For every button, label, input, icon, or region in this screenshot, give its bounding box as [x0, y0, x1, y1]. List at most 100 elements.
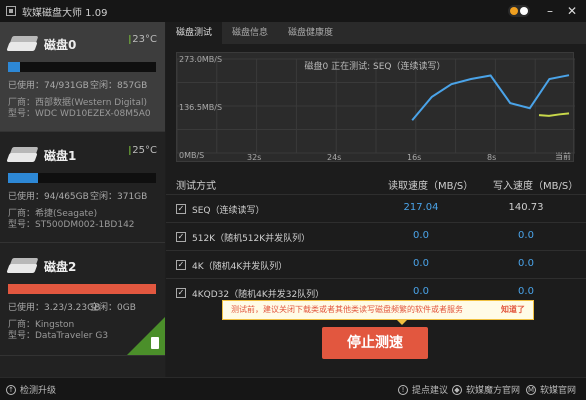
mofang-site-link[interactable]: ◆ 软媒魔方官网 [452, 383, 520, 396]
row-write: 0.0 [518, 258, 534, 269]
disk-vendor: 厂商：Kingston [8, 320, 75, 330]
app-icon [6, 6, 16, 16]
minimize-button[interactable]: – [540, 2, 560, 20]
title-bar: 软媒磁盘大师 1.09 – ✕ [0, 0, 586, 22]
disk-usage-fill [8, 62, 20, 72]
row-checkbox[interactable]: ✓ [176, 204, 186, 214]
table-row: ✓ 512K（随机512K并发队列） 0.0 0.0 [166, 222, 586, 250]
tab-disk-test[interactable]: 磁盘测试 [166, 22, 223, 44]
row-label: SEQ（连续读写） [192, 206, 265, 216]
series-line-write [538, 112, 570, 117]
disk-model: 型号：WDC WD10EZEX-08M5A0 [8, 109, 151, 119]
row-write: 0.0 [518, 286, 534, 297]
disk-usage-bar [8, 284, 156, 294]
disk-used: 已使用：3.23/3.23GB [8, 303, 101, 313]
disk-usage-fill [8, 284, 156, 294]
x-tick: 16s [407, 153, 422, 162]
disk-model: 型号：DataTraveler G3 [8, 331, 109, 341]
y-tick-bottom: 0MB/S [179, 151, 205, 160]
row-checkbox[interactable]: ✓ [176, 232, 186, 242]
theme-toggle[interactable] [508, 5, 530, 17]
feedback-label: 提点建议 [412, 386, 449, 396]
disk-name: 磁盘0 [44, 38, 77, 52]
x-tick: 当前 [555, 152, 571, 161]
main-panel: 磁盘测试 磁盘信息 磁盘健康度 磁盘0 正在测试: SEQ（连续读写） 273.… [166, 22, 586, 377]
header-read: 读取速度（MB/S） [388, 181, 474, 192]
disk-free: 空闲：371GB [90, 192, 148, 202]
disk-model: 型号：ST500DM002-1BD142 [8, 220, 135, 230]
disk-name: 磁盘2 [44, 260, 77, 274]
speed-chart: 磁盘0 正在测试: SEQ（连续读写） 273.0MB/S 136.5MB/S … [176, 52, 575, 162]
row-read: 0.0 [413, 230, 429, 241]
disk-usage-bar [8, 62, 156, 72]
disk-vendor: 厂商：希捷(Seagate) [8, 209, 98, 219]
tip-banner: 测试前，建议关闭下载类或者其他类读写磁盘频繁的软件或者服务 知道了 [222, 300, 534, 320]
x-tick: 8s [487, 153, 497, 162]
row-label: 512K（随机512K并发队列） [192, 234, 311, 244]
disk-used: 已使用：74/931GB [8, 81, 89, 91]
row-checkbox[interactable]: ✓ [176, 260, 186, 270]
ruanmei-site-link[interactable]: M 软媒官网 [526, 383, 576, 396]
header-method: 测试方式 [176, 181, 216, 192]
tab-disk-health[interactable]: 磁盘健康度 [278, 22, 343, 44]
row-label: 4KQD32（随机4K并发32队列） [192, 290, 325, 300]
row-label: 4K（随机4K并发队列） [192, 262, 288, 272]
series-line-read [411, 74, 570, 121]
x-tick: 24s [327, 153, 342, 162]
stop-test-button[interactable]: 停止测速 [322, 327, 428, 359]
disk-temperature: ǀ25°C [128, 145, 157, 156]
row-checkbox[interactable]: ✓ [176, 288, 186, 298]
mofang-label: 软媒魔方官网 [466, 386, 521, 396]
table-row: ✓ 4K（随机4K并发队列） 0.0 0.0 [166, 250, 586, 278]
row-write: 0.0 [518, 230, 534, 241]
thermometer-icon: ǀ [128, 34, 132, 45]
disk-vendor: 厂商：西部数据(Western Digital) [8, 98, 147, 108]
disk-usage-bar [8, 173, 156, 183]
y-tick-top: 273.0MB/S [179, 55, 223, 64]
ruanmei-label: 软媒官网 [540, 386, 577, 396]
close-button[interactable]: ✕ [562, 2, 582, 20]
disk-sidebar: 磁盘0 ǀ23°C 已使用：74/931GB 空闲：857GB 厂商：西部数据(… [0, 22, 165, 377]
usb-badge [127, 317, 165, 355]
disk-temperature: ǀ23°C [128, 34, 157, 45]
tab-disk-info[interactable]: 磁盘信息 [222, 22, 278, 44]
feedback-link[interactable]: ! 提点建议 [398, 383, 448, 396]
tip-arrow [396, 319, 408, 325]
table-row: ✓ SEQ（连续读写） 217.04 140.73 [166, 194, 586, 222]
ruanmei-icon: M [526, 384, 536, 395]
disk-usage-fill [8, 173, 38, 183]
tip-dismiss-button[interactable]: 知道了 [501, 301, 525, 319]
mofang-icon: ◆ [452, 384, 462, 395]
tab-bar: 磁盘测试 磁盘信息 磁盘健康度 [166, 22, 586, 44]
row-read: 0.0 [413, 258, 429, 269]
disk-info: 厂商：Kingston 型号：DataTraveler G3 [8, 320, 108, 342]
row-read: 0.0 [413, 286, 429, 297]
sun-icon [510, 7, 518, 15]
disk-item-2[interactable]: 磁盘2 已使用：3.23/3.23GB 空闲：0GB 厂商：Kingston 型… [0, 244, 165, 356]
row-read: 217.04 [403, 202, 439, 213]
usb-icon [151, 337, 159, 349]
window-controls: – ✕ [508, 2, 582, 20]
check-update-label: 检测升级 [20, 386, 57, 396]
disk-info: 厂商：西部数据(Western Digital) 型号：WDC WD10EZEX… [8, 98, 151, 120]
disk-name: 磁盘1 [44, 149, 77, 163]
hard-disk-icon [6, 36, 39, 52]
disk-free: 空闲：857GB [90, 81, 148, 91]
check-update-link[interactable]: ↑ 检测升级 [6, 383, 56, 396]
chart-caption: 磁盘0 正在测试: SEQ（连续读写） [304, 62, 446, 72]
footer-bar: ↑ 检测升级 ! 提点建议 ◆ 软媒魔方官网 M 软媒官网 [0, 377, 586, 400]
hard-disk-icon [6, 147, 39, 163]
upgrade-icon: ↑ [6, 384, 16, 395]
moon-icon [520, 7, 528, 15]
x-tick: 32s [247, 153, 262, 162]
header-write: 写入速度（MB/S） [493, 181, 579, 192]
table-header: 测试方式 读取速度（MB/S） 写入速度（MB/S） [166, 172, 586, 194]
disk-used: 已使用：94/465GB [8, 192, 89, 202]
row-write: 140.73 [508, 202, 544, 213]
hard-disk-icon [6, 258, 39, 274]
window-title: 软媒磁盘大师 1.09 [22, 7, 108, 19]
disk-info: 厂商：希捷(Seagate) 型号：ST500DM002-1BD142 [8, 209, 135, 231]
disk-item-0[interactable]: 磁盘0 ǀ23°C 已使用：74/931GB 空闲：857GB 厂商：西部数据(… [0, 22, 165, 132]
disk-item-1[interactable]: 磁盘1 ǀ25°C 已使用：94/465GB 空闲：371GB 厂商：希捷(Se… [0, 133, 165, 243]
disk-free: 空闲：0GB [90, 303, 136, 313]
